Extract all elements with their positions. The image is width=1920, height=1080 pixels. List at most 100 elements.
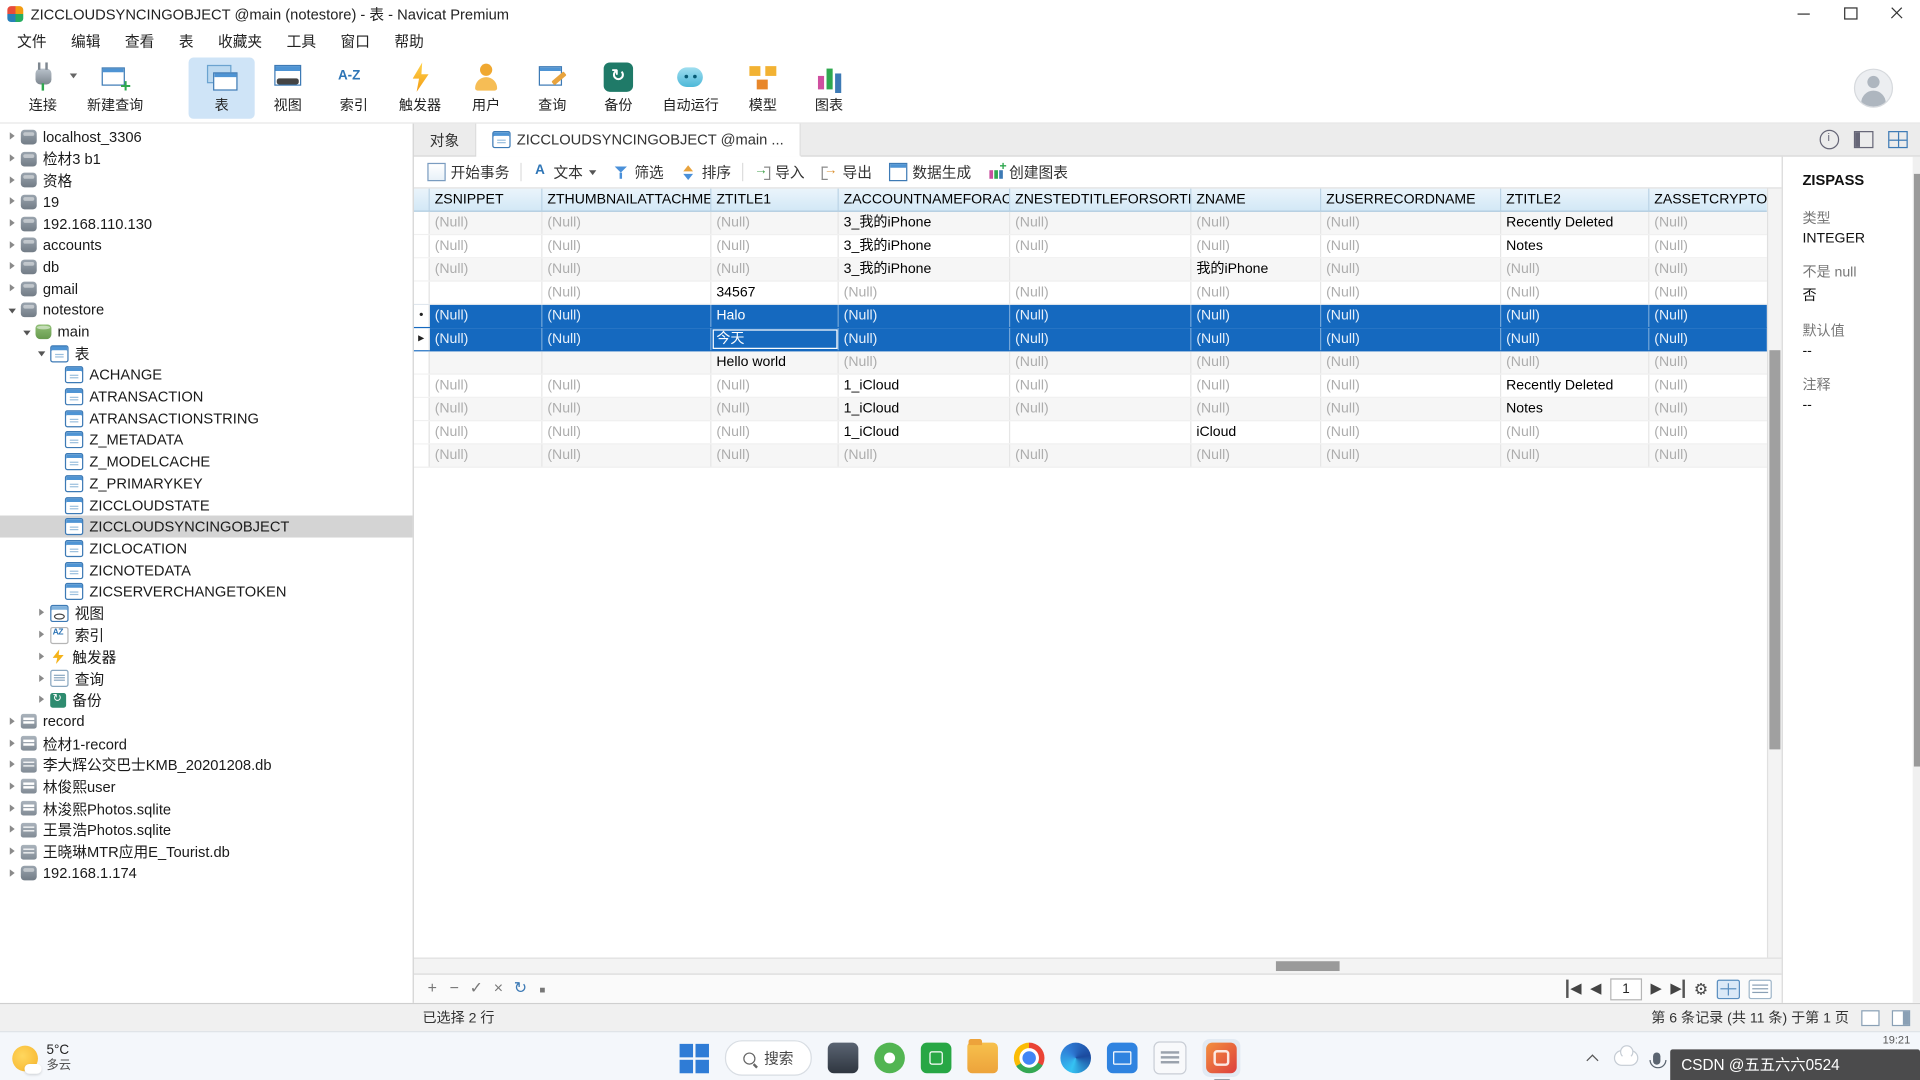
toolbar-model-button[interactable]: 模型 xyxy=(730,58,796,119)
settings-gear-icon[interactable] xyxy=(1694,979,1708,999)
grid-toolbar-sort-button[interactable]: 排序 xyxy=(672,157,739,188)
start-button[interactable] xyxy=(680,1043,709,1072)
toolbar-table-button[interactable]: 表 xyxy=(189,58,255,119)
dropdown-caret-icon[interactable] xyxy=(589,170,596,175)
table-cell[interactable]: (Null) xyxy=(711,235,838,257)
table-cell[interactable]: (Null) xyxy=(1649,258,1767,280)
table-cell[interactable]: (Null) xyxy=(1010,398,1191,420)
table-row[interactable]: (Null)(Null)(Null)3_我的iPhone(Null)(Null)… xyxy=(414,212,1767,235)
panel-layout-icon[interactable] xyxy=(1854,131,1874,148)
table-cell[interactable]: (Null) xyxy=(1501,444,1649,466)
delete-record-icon[interactable] xyxy=(443,978,465,999)
expand-arrow-icon[interactable] xyxy=(6,758,19,771)
tree-item[interactable]: 查询 xyxy=(0,668,413,690)
user-avatar[interactable] xyxy=(1854,69,1893,108)
table-row[interactable]: (Null)(Null)(Null)(Null)(Null)(Null)(Nul… xyxy=(414,444,1767,467)
table-cell[interactable]: (Null) xyxy=(542,305,711,327)
info-icon[interactable] xyxy=(1820,130,1840,150)
tree-item[interactable]: ZICNOTEDATA xyxy=(0,559,413,581)
split-pane-icon[interactable] xyxy=(1892,1010,1910,1026)
table-cell[interactable]: (Null) xyxy=(1010,444,1191,466)
tree-item[interactable]: accounts xyxy=(0,234,413,256)
tree-item[interactable]: 触发器 xyxy=(0,646,413,668)
expand-arrow-icon[interactable] xyxy=(6,737,19,750)
taskbar-app-navicat[interactable] xyxy=(1202,1039,1240,1077)
expand-arrow-icon[interactable] xyxy=(6,152,19,165)
expand-arrow-icon[interactable] xyxy=(6,239,19,252)
tree-item[interactable]: ZICCLOUDSTATE xyxy=(0,494,413,516)
table-cell[interactable]: (Null) xyxy=(1191,282,1321,304)
table-cell[interactable]: (Null) xyxy=(430,258,543,280)
table-cell[interactable]: (Null) xyxy=(711,375,838,397)
expand-arrow-icon[interactable] xyxy=(6,217,19,230)
tree-item[interactable]: 检材1-record xyxy=(0,733,413,755)
table-cell[interactable]: Halo xyxy=(711,305,838,327)
tree-item[interactable]: ACHANGE xyxy=(0,364,413,386)
table-cell[interactable]: 今天 xyxy=(711,328,838,350)
table-cell[interactable]: (Null) xyxy=(1321,235,1501,257)
page-number-input[interactable]: 1 xyxy=(1610,978,1642,1000)
table-cell[interactable]: (Null) xyxy=(1010,375,1191,397)
tree-item[interactable]: 192.168.110.130 xyxy=(0,213,413,235)
cloud-icon[interactable] xyxy=(1614,1050,1638,1066)
grid-toolbar-datagen-button[interactable]: 数据生成 xyxy=(881,157,980,188)
toolbar-connection-button[interactable]: 连接 xyxy=(10,58,76,119)
tree-item[interactable]: ATRANSACTION xyxy=(0,386,413,408)
vertical-scrollbar[interactable] xyxy=(1767,189,1782,958)
table-cell[interactable]: (Null) xyxy=(1649,235,1767,257)
table-cell[interactable]: Notes xyxy=(1501,398,1649,420)
pane-toggle-icon[interactable] xyxy=(1861,1010,1879,1026)
toolbar-trigger-button[interactable]: 触发器 xyxy=(387,58,453,119)
tree-item[interactable]: 表 xyxy=(0,343,413,365)
toolbar-user-button[interactable]: 用户 xyxy=(453,58,519,119)
expand-arrow-icon[interactable] xyxy=(6,715,19,728)
table-cell[interactable]: (Null) xyxy=(430,212,543,234)
tree-item[interactable]: 备份 xyxy=(0,689,413,711)
minimize-icon[interactable] xyxy=(1780,0,1827,27)
tree-item[interactable]: localhost_3306 xyxy=(0,126,413,148)
vertical-scrollbar-thumb[interactable] xyxy=(1769,350,1780,750)
table-cell[interactable]: (Null) xyxy=(542,282,711,304)
expand-arrow-icon[interactable] xyxy=(6,823,19,836)
weather-widget[interactable]: 5°C 多云 xyxy=(12,1043,71,1073)
expand-arrow-icon[interactable] xyxy=(6,260,19,273)
table-cell[interactable]: Recently Deleted xyxy=(1501,375,1649,397)
table-cell[interactable]: (Null) xyxy=(1501,421,1649,443)
grid-toolbar-create-chart-button[interactable]: 创建图表 xyxy=(980,157,1077,188)
taskbar-app-chrome[interactable] xyxy=(1014,1043,1045,1074)
toolbar-automation-button[interactable]: 自动运行 xyxy=(651,58,729,119)
table-cell[interactable]: Recently Deleted xyxy=(1501,212,1649,234)
table-cell[interactable]: (Null) xyxy=(542,328,711,350)
table-cell[interactable]: (Null) xyxy=(1321,328,1501,350)
table-cell[interactable]: (Null) xyxy=(839,444,1010,466)
horizontal-scrollbar-thumb[interactable] xyxy=(1276,961,1340,971)
table-cell[interactable]: (Null) xyxy=(1649,282,1767,304)
tree-item[interactable]: 19 xyxy=(0,191,413,213)
close-icon[interactable] xyxy=(1873,0,1920,27)
microphone-icon[interactable] xyxy=(1653,1052,1660,1064)
table-row[interactable]: •(Null)(Null)Halo(Null)(Null)(Null)(Null… xyxy=(414,305,1767,328)
expand-arrow-icon[interactable] xyxy=(36,672,49,685)
column-header[interactable]: ZNAME xyxy=(1191,189,1321,211)
expand-arrow-icon[interactable] xyxy=(6,195,19,208)
table-cell[interactable]: 34567 xyxy=(711,282,838,304)
table-cell[interactable]: (Null) xyxy=(1010,212,1191,234)
taskbar-search[interactable]: 搜索 xyxy=(725,1040,812,1076)
table-row[interactable]: (Null)(Null)(Null)1_iCloud(Null)(Null)(N… xyxy=(414,375,1767,398)
table-cell[interactable] xyxy=(1010,258,1191,280)
table-cell[interactable]: (Null) xyxy=(542,375,711,397)
table-cell[interactable]: (Null) xyxy=(542,235,711,257)
table-cell[interactable]: 3_我的iPhone xyxy=(839,212,1010,234)
table-cell[interactable]: (Null) xyxy=(542,421,711,443)
tree-item[interactable]: 资格 xyxy=(0,169,413,191)
table-cell[interactable]: (Null) xyxy=(1321,258,1501,280)
table-cell[interactable]: (Null) xyxy=(542,212,711,234)
table-row[interactable]: (Null)(Null)(Null)3_我的iPhone(Null)(Null)… xyxy=(414,235,1767,258)
table-cell[interactable]: (Null) xyxy=(1191,444,1321,466)
table-cell[interactable]: (Null) xyxy=(1321,212,1501,234)
table-cell[interactable]: (Null) xyxy=(839,328,1010,350)
first-page-icon[interactable]: ◀ xyxy=(1567,980,1582,998)
table-cell[interactable]: (Null) xyxy=(1191,398,1321,420)
tree-item[interactable]: ZICLOCATION xyxy=(0,538,413,560)
table-cell[interactable]: (Null) xyxy=(711,258,838,280)
